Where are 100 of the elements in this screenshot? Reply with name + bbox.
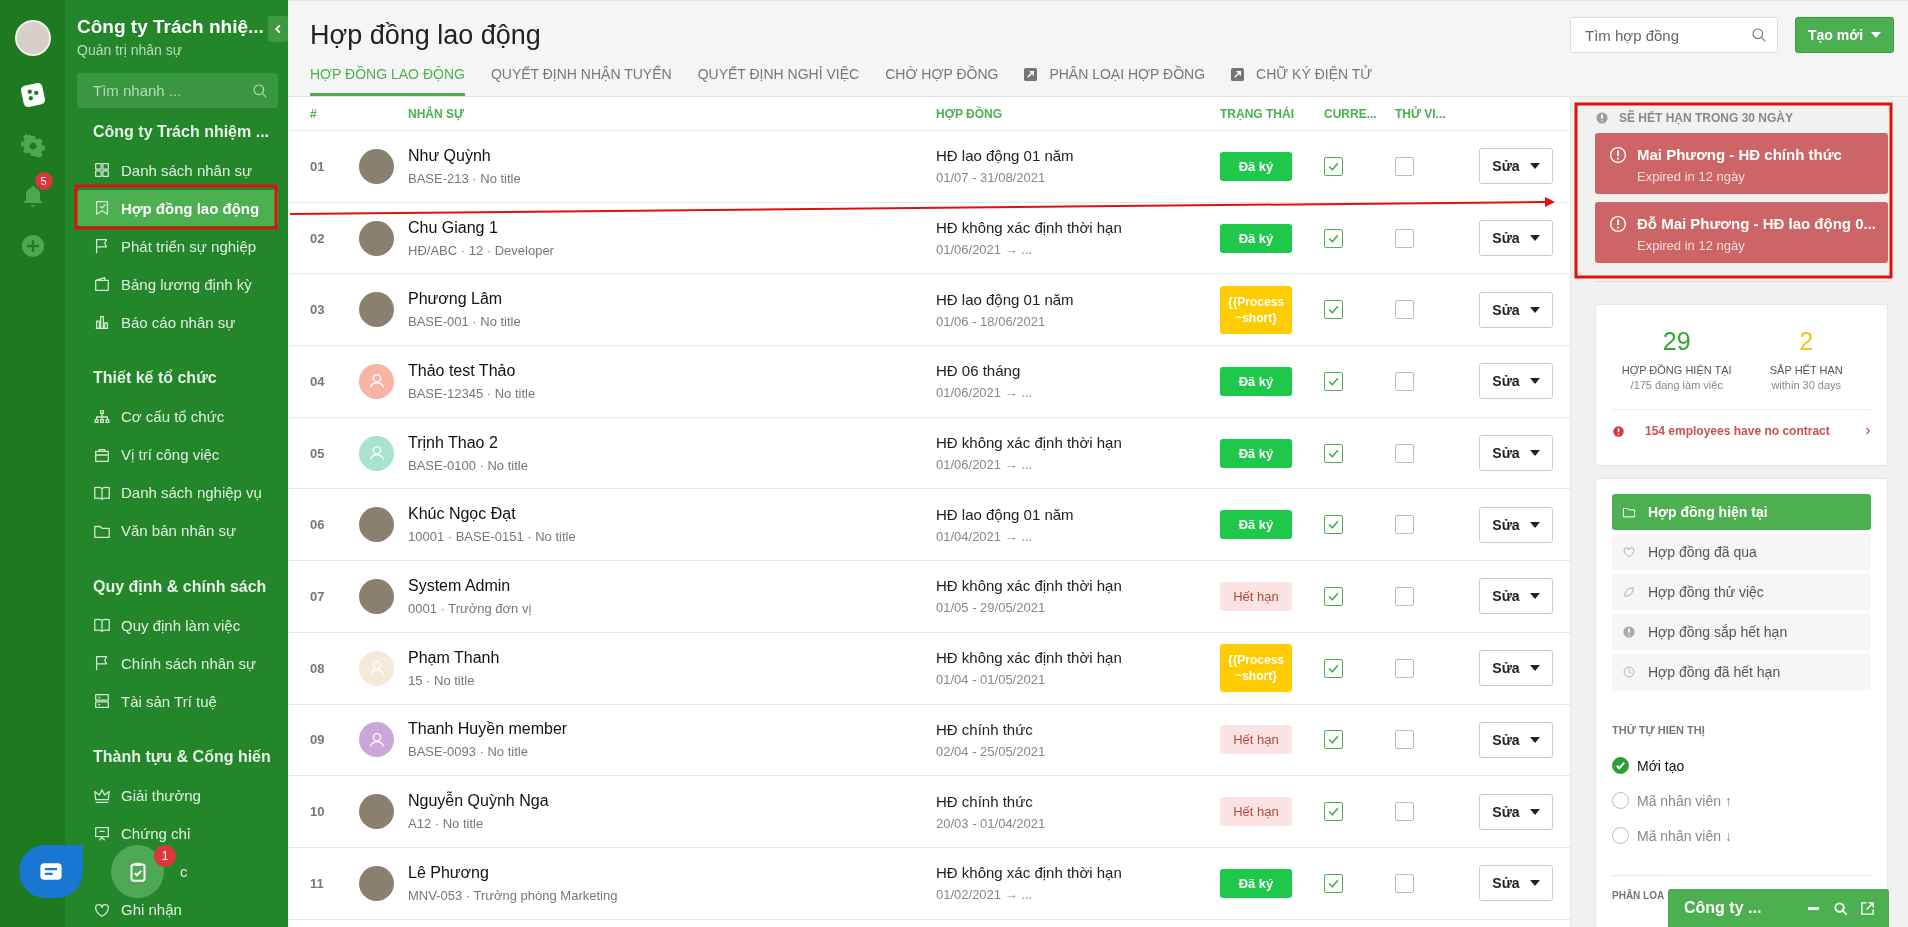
sidebar-item[interactable]: Quy định làm việc: [77, 616, 241, 634]
contract-search-field[interactable]: Tìm hợp đồng: [1570, 17, 1778, 53]
popout-icon[interactable]: [1860, 900, 1875, 916]
sidebar-item[interactable]: Vị trí công việc: [77, 445, 220, 464]
settings-icon[interactable]: [20, 134, 45, 158]
filter-item[interactable]: Hợp đồng đã hết hạn: [1612, 654, 1871, 690]
search-icon: [252, 82, 268, 99]
probation-checkbox[interactable]: [1395, 228, 1414, 248]
sort-option[interactable]: Mã nhân viên ↓: [1612, 818, 1871, 853]
quick-search-input[interactable]: Tìm nhanh ...: [91, 81, 252, 100]
sidebar-item[interactable]: Chứng chỉ: [77, 824, 191, 843]
caret-icon: [1529, 235, 1540, 242]
current-checkbox[interactable]: [1324, 802, 1343, 822]
no-contract-link[interactable]: 154 employees have no contract: [1612, 409, 1871, 438]
status-badge: Đã ký: [1220, 868, 1292, 898]
row-number: 02: [310, 230, 326, 246]
sort-option[interactable]: Mới tạo: [1612, 748, 1871, 783]
edit-button[interactable]: Sửa: [1479, 148, 1553, 185]
quick-search-field[interactable]: Tìm nhanh ...: [77, 73, 278, 108]
filter-item[interactable]: Hợp đồng hiện tại: [1612, 494, 1871, 530]
add-icon[interactable]: [20, 234, 45, 258]
current-checkbox[interactable]: [1324, 873, 1343, 893]
current-checkbox[interactable]: [1324, 371, 1343, 391]
current-checkbox[interactable]: [1324, 730, 1343, 750]
expiring-alert-card[interactable]: Đỗ Mai Phương - HĐ lao động 0... Expired in 12 ngày: [1595, 202, 1888, 263]
tab[interactable]: QUYẾT ĐỊNH NGHỈ VIỆC: [697, 66, 860, 96]
sidebar-item[interactable]: Giải thưởng: [77, 786, 201, 805]
collapse-button[interactable]: [268, 16, 288, 42]
edit-button[interactable]: Sửa: [1479, 650, 1553, 687]
current-checkbox[interactable]: [1324, 443, 1343, 463]
edit-button[interactable]: Sửa: [1479, 363, 1553, 400]
chat-widget-bar[interactable]: Công ty ...: [1668, 889, 1889, 927]
expiring-alert-card[interactable]: Mai Phương - HĐ chính thức Expired in 12 ngày: [1595, 133, 1888, 194]
edit-button[interactable]: Sửa: [1479, 291, 1553, 328]
search-icon[interactable]: [1833, 900, 1848, 916]
contract-period: 01/07 - 31/08/2021: [936, 170, 1047, 186]
probation-checkbox[interactable]: [1395, 802, 1414, 822]
current-checkbox[interactable]: [1324, 300, 1343, 320]
column-header: THỬ VI...: [1395, 106, 1447, 121]
sidebar-item[interactable]: Danh sách nghiệp vụ: [77, 483, 262, 502]
current-checkbox[interactable]: [1324, 515, 1343, 535]
employee-meta: BASE-0100 · No title: [408, 457, 528, 473]
probation-checkbox[interactable]: [1395, 443, 1414, 463]
row-number: 01: [310, 158, 326, 174]
caret-icon: [1529, 880, 1540, 887]
edit-button[interactable]: Sửa: [1479, 220, 1553, 257]
caret-icon: [1529, 378, 1540, 385]
probation-checkbox[interactable]: [1395, 156, 1414, 176]
sidebar-item[interactable]: Cơ cấu tổ chức: [77, 407, 225, 426]
edit-button[interactable]: Sửa: [1479, 506, 1553, 543]
current-checkbox[interactable]: [1324, 586, 1343, 606]
probation-checkbox[interactable]: [1395, 730, 1414, 750]
contract-type: HĐ không xác định thời hạn: [936, 864, 1123, 882]
probation-checkbox[interactable]: [1395, 371, 1414, 391]
sidebar-item[interactable]: c: [180, 862, 188, 881]
edit-button[interactable]: Sửa: [1479, 721, 1553, 758]
tab[interactable]: QUYẾT ĐỊNH NHẬN TUYỂN: [490, 66, 672, 96]
sidebar-item[interactable]: Danh sách nhân sự: [77, 161, 252, 179]
alert-subtitle: Expired in 12 ngày: [1637, 169, 1746, 184]
sidebar-item[interactable]: Ghi nhận: [77, 900, 182, 919]
employee-meta: 10001 · BASE-0151 · No title: [408, 529, 576, 545]
stat-label: SẮP HẾT HẠN: [1768, 364, 1844, 376]
probation-checkbox[interactable]: [1395, 658, 1414, 678]
sidebar-item[interactable]: Hợp đồng lao động: [77, 190, 278, 226]
sidebar-item[interactable]: Bảng lương định kỳ: [77, 275, 252, 293]
filter-item[interactable]: Hợp đồng đã qua: [1612, 534, 1871, 570]
probation-checkbox[interactable]: [1395, 515, 1414, 535]
caret-icon: [1529, 521, 1540, 528]
create-new-button[interactable]: Tạo mới: [1795, 17, 1894, 53]
sort-option[interactable]: Mã nhân viên ↑: [1612, 783, 1871, 818]
caret-icon: [1529, 163, 1540, 170]
sidebar-item[interactable]: Chính sách nhân sự: [77, 654, 257, 672]
probation-checkbox[interactable]: [1395, 586, 1414, 606]
current-checkbox[interactable]: [1324, 156, 1343, 176]
edit-button[interactable]: Sửa: [1479, 578, 1553, 615]
status-badge: Hết hạn: [1220, 581, 1292, 611]
chat-bubble-icon[interactable]: [18, 845, 84, 898]
edit-button[interactable]: Sửa: [1479, 435, 1553, 472]
tab[interactable]: CHỜ HỢP ĐỒNG: [885, 66, 999, 96]
filter-item[interactable]: Hợp đồng thử việc: [1612, 574, 1871, 610]
edit-button[interactable]: Sửa: [1479, 865, 1553, 902]
sidebar-item[interactable]: Báo cáo nhân sự: [77, 313, 236, 331]
current-checkbox[interactable]: [1324, 658, 1343, 678]
dice-logo-icon[interactable]: [19, 82, 46, 108]
probation-checkbox[interactable]: [1395, 300, 1414, 320]
employee-name: Chu Giang 1: [408, 218, 499, 237]
sidebar-item[interactable]: Tài sản Trí tuệ: [77, 692, 217, 710]
tab[interactable]: CHỮ KÝ ĐIỆN TỬ: [1231, 66, 1373, 96]
tab[interactable]: PHÂN LOẠI HỢP ĐỒNG: [1024, 66, 1206, 96]
notification-count-badge: 5: [34, 172, 53, 190]
sidebar-item[interactable]: Văn bản nhân sự: [77, 521, 237, 540]
user-avatar[interactable]: [14, 20, 51, 56]
sidebar-item[interactable]: Phát triển sự nghiệp: [77, 237, 257, 255]
stat-sublabel: within 30 days: [1770, 379, 1843, 391]
column-header: NHÂN SỰ: [407, 106, 465, 121]
stat-value: 2: [1798, 327, 1815, 356]
filter-item[interactable]: Hợp đồng sắp hết hạn: [1612, 614, 1871, 650]
probation-checkbox[interactable]: [1395, 873, 1414, 893]
edit-button[interactable]: Sửa: [1479, 793, 1553, 830]
current-checkbox[interactable]: [1324, 228, 1343, 248]
